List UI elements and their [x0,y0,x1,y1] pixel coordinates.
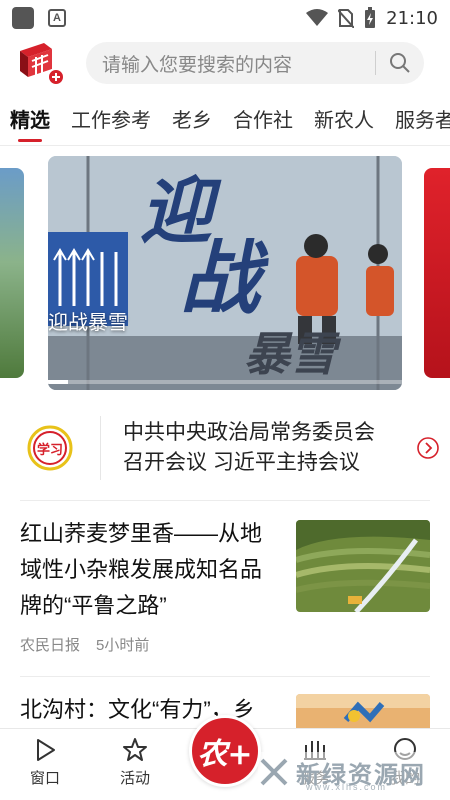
headline-ticker[interactable]: 学习 中共中央政治局常务委员会 召开会议 习近平主持会议 [0,402,450,494]
nav-activity-label: 活动 [119,770,150,787]
nav-window[interactable]: 窗口 [0,737,90,788]
ticker-line-1: 中共中央政治局常务委员会 [123,421,375,444]
banner-char-3: 暴雪 [244,327,342,381]
ticker-line-2: 召开会议 习近平主持会议 [123,451,360,474]
status-bar: A 21:10 [0,0,450,36]
search-input[interactable]: 请输入您要搜索的内容 [102,50,375,77]
divider [20,676,430,677]
article-title[interactable]: 北沟村：文化“有力”，乡 [20,692,320,728]
banner-carousel[interactable]: 迎 战 暴雪 迎战暴雪 [0,156,450,392]
article-source: 农民日报 [20,637,81,654]
tab-work-reference[interactable]: 工作参考 [71,92,151,145]
nav-nongjia-label: 农+ [197,737,253,772]
article-time: 5小时前 [96,637,150,654]
article-meta: 农民日报 5小时前 [20,634,149,655]
article-thumbnail[interactable] [296,520,430,612]
banner-char-2: 战 [180,231,269,325]
banner-caption: 迎战暴雪 [48,312,128,334]
xuexi-badge-text: 学习 [37,442,63,458]
xuexi-badge: 学习 [0,424,100,472]
article-card[interactable]: 红山荞麦梦里香——从地域性小杂粮发展成知名品牌的“平鲁之路” 农民日报 5小时前 [0,510,450,670]
watermark-url: www.xlhs.com [306,782,388,792]
a-notification-icon: A [48,9,66,27]
ticker-headline[interactable]: 中共中央政治局常务委员会 召开会议 习近平主持会议 [101,418,406,478]
article-thumbnail[interactable] [296,694,430,728]
wifi-icon [306,9,329,26]
banner-slide[interactable]: 迎 战 暴雪 迎战暴雪 [48,156,402,390]
next-slide-preview[interactable] [424,168,450,378]
tab-service-providers[interactable]: 服务者 [395,92,450,145]
clock: 21:10 [386,7,438,29]
chevron-right-icon[interactable] [406,436,450,460]
banner-image: 迎 战 暴雪 [48,156,402,390]
article-title[interactable]: 红山荞麦梦里香——从地域性小杂粮发展成知名品牌的“平鲁之路” [20,516,282,624]
nav-window-label: 窗口 [29,770,60,787]
tab-cooperative[interactable]: 合作社 [233,92,293,145]
search-icon[interactable] [376,52,424,74]
app-notification-icon [12,7,34,29]
carousel-indicator [48,380,402,384]
tab-featured[interactable]: 精选 [10,92,50,145]
divider [20,500,430,501]
battery-charging-icon [365,7,376,28]
tab-new-farmers[interactable]: 新农人 [314,92,374,145]
category-tabs: 精选 工作参考 老乡 合作社 新农人 服务者 [0,92,450,146]
app-logo[interactable] [14,39,70,87]
tab-villagers[interactable]: 老乡 [172,92,212,145]
nav-nongjia-button[interactable]: 农+ [189,715,261,787]
star-icon [123,738,147,761]
search-bar[interactable]: 请输入您要搜索的内容 [86,42,424,84]
no-sim-icon [338,9,355,28]
nav-activity[interactable]: 活动 [90,737,180,788]
watermark-logo-icon [260,758,288,786]
header: 请输入您要搜索的内容 [0,36,450,90]
previous-slide-preview[interactable] [0,168,24,378]
play-icon [37,739,55,761]
